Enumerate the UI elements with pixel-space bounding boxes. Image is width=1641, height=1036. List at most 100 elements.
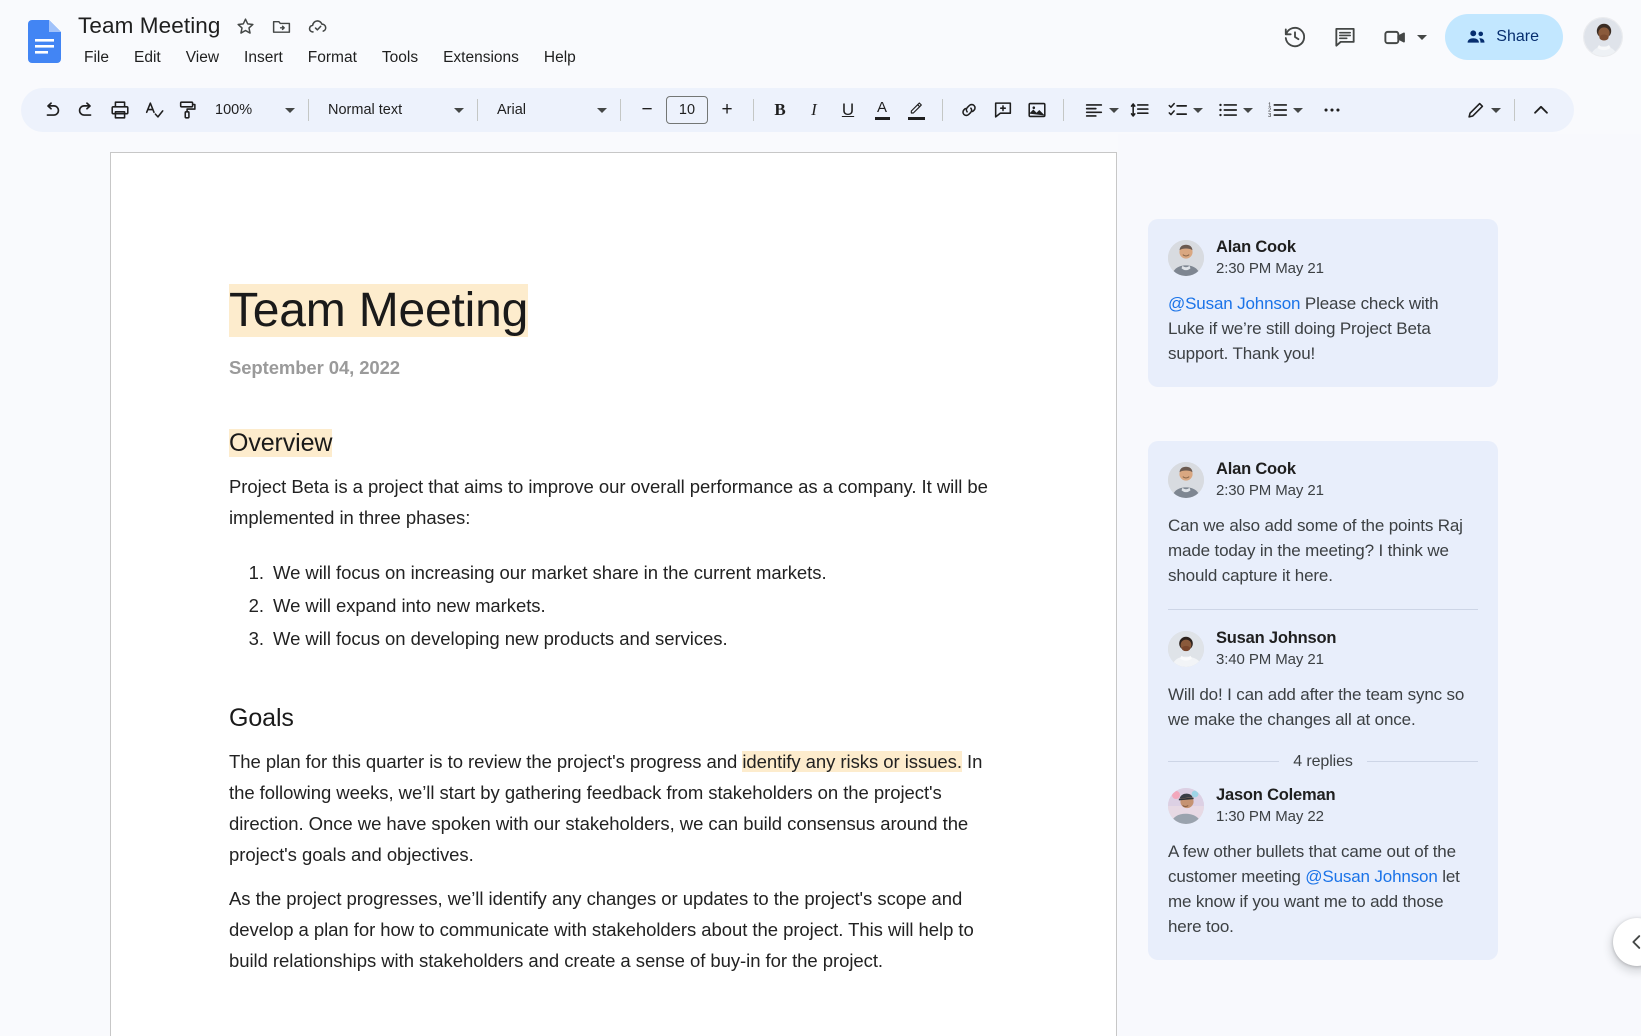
print-icon[interactable]	[103, 93, 137, 127]
divider	[753, 99, 754, 121]
chevron-down-icon	[454, 107, 464, 113]
list-item: We will focus on developing new products…	[269, 623, 1001, 654]
font-size-input[interactable]: 10	[666, 96, 708, 124]
comment-author-block: Jason Coleman 1:30 PM May 22	[1216, 785, 1336, 827]
chevron-down-icon[interactable]	[1417, 34, 1428, 40]
divider	[1168, 608, 1478, 610]
comment-header: Susan Johnson 3:40 PM May 21	[1168, 628, 1478, 670]
comment-timestamp: 2:30 PM May 21	[1216, 482, 1324, 499]
checklist-icon	[1167, 99, 1189, 121]
paint-format-icon[interactable]	[171, 93, 205, 127]
font-select[interactable]: Arial	[487, 93, 611, 127]
comment-author-block: Alan Cook 2:30 PM May 21	[1216, 459, 1324, 501]
menu-format[interactable]: Format	[308, 47, 357, 69]
comment-timestamp: 1:30 PM May 22	[1216, 807, 1324, 825]
share-button[interactable]: Share	[1445, 14, 1563, 60]
document-page[interactable]: Team Meeting September 04, 2022 Overview…	[110, 152, 1117, 1036]
heading-overview: Overview	[229, 428, 1001, 458]
bulleted-list-icon	[1217, 99, 1239, 121]
comment-timestamp: 3:40 PM May 21	[1216, 650, 1324, 668]
replies-count: 4 replies	[1293, 752, 1353, 770]
share-button-label: Share	[1496, 28, 1539, 45]
chevron-down-icon	[1109, 107, 1119, 113]
paragraph-style-value: Normal text	[328, 102, 403, 118]
redo-icon[interactable]	[69, 93, 103, 127]
insert-image-icon[interactable]	[1020, 93, 1054, 127]
add-comment-icon[interactable]	[986, 93, 1020, 127]
goals-para-highlight: identify any risks or issues.	[742, 751, 962, 773]
menu-edit[interactable]: Edit	[134, 47, 161, 69]
numbered-list-icon: 1 2 3	[1267, 99, 1289, 121]
list-item: We will focus on increasing our market s…	[269, 557, 1001, 588]
comment-author-block: Alan Cook 2:30 PM May 21	[1216, 237, 1324, 279]
meet-camera-icon[interactable]	[1373, 15, 1417, 59]
page-title: Team Meeting	[229, 283, 1001, 340]
divider	[1063, 99, 1064, 121]
spellcheck-icon[interactable]	[137, 93, 171, 127]
avatar[interactable]	[1583, 17, 1623, 57]
comment-thread[interactable]: Alan Cook 2:30 PM May 21 @Susan Johnson …	[1148, 219, 1498, 387]
comment-thread[interactable]: Alan Cook 2:30 PM May 21 Can we also add…	[1148, 441, 1498, 960]
decrease-font-size-button[interactable]: −	[630, 93, 664, 127]
more-options-icon[interactable]	[1315, 93, 1349, 127]
comment-body: Can we also add some of the points Raj m…	[1168, 516, 1463, 585]
bold-button[interactable]: B	[763, 93, 797, 127]
document-title[interactable]: Team Meeting	[78, 11, 221, 41]
menu-insert[interactable]: Insert	[244, 47, 283, 69]
undo-icon[interactable]	[35, 93, 69, 127]
comment-author: Susan Johnson	[1216, 628, 1337, 647]
menu-bar: File Edit View Insert Format Tools Exten…	[78, 47, 576, 69]
doc-title-row: Team Meeting	[78, 10, 576, 42]
version-history-icon[interactable]	[1273, 15, 1317, 59]
phases-list: We will focus on increasing our market s…	[229, 557, 1001, 654]
chevron-down-icon	[1293, 107, 1303, 113]
replies-separator[interactable]: 4 replies	[1168, 752, 1479, 771]
heading-goals: Goals	[229, 704, 294, 733]
chevron-left-icon[interactable]	[1613, 918, 1641, 966]
italic-button[interactable]: I	[797, 93, 831, 127]
star-icon[interactable]	[235, 15, 257, 37]
goals-paragraph-2: As the project progresses, we’ll identif…	[229, 888, 974, 972]
highlight-icon[interactable]	[899, 93, 933, 127]
divider	[477, 99, 478, 121]
paragraph-style-select[interactable]: Normal text	[318, 93, 468, 127]
menu-tools[interactable]: Tools	[382, 47, 418, 69]
comment-author: Alan Cook	[1216, 238, 1296, 256]
move-to-folder-icon[interactable]	[271, 15, 293, 37]
menu-file[interactable]: File	[84, 47, 109, 69]
header-actions: Share	[1273, 14, 1623, 60]
numbered-list-select[interactable]: 1 2 3	[1257, 93, 1307, 127]
chevron-down-icon	[1491, 107, 1501, 113]
align-left-icon	[1083, 99, 1105, 121]
mention-link[interactable]: @Susan Johnson	[1168, 294, 1301, 313]
menu-help[interactable]: Help	[544, 47, 576, 69]
chevron-up-icon[interactable]	[1524, 93, 1558, 127]
insert-link-icon[interactable]	[952, 93, 986, 127]
google-docs-logo[interactable]	[28, 20, 61, 63]
mention-link[interactable]: @Susan Johnson	[1305, 867, 1438, 886]
align-select[interactable]	[1073, 93, 1123, 127]
zoom-select[interactable]: 100%	[205, 93, 299, 127]
comment-history-icon[interactable]	[1323, 15, 1367, 59]
heading-overview-text: Overview	[229, 428, 333, 457]
checklist-select[interactable]	[1157, 93, 1207, 127]
alan-cook-avatar	[1168, 462, 1204, 498]
divider	[1366, 761, 1479, 763]
jason-coleman-avatar	[1168, 787, 1204, 824]
list-item: We will expand into new markets.	[269, 590, 1001, 621]
document-date: September 04, 2022	[229, 356, 400, 378]
editing-mode-select[interactable]	[1455, 93, 1505, 127]
menu-view[interactable]: View	[186, 47, 219, 69]
cloud-saved-icon[interactable]	[307, 15, 329, 37]
increase-font-size-button[interactable]: +	[710, 93, 744, 127]
menu-extensions[interactable]: Extensions	[443, 47, 519, 69]
underline-button[interactable]: U	[831, 93, 865, 127]
bulleted-list-select[interactable]	[1207, 93, 1257, 127]
divider	[1514, 99, 1515, 121]
comment-body: @Susan Johnson Please check with Luke if…	[1168, 292, 1478, 367]
comments-panel: Alan Cook 2:30 PM May 21 @Susan Johnson …	[1118, 134, 1641, 1036]
meet-call-button[interactable]	[1373, 15, 1431, 59]
goals-paragraph-1: The plan for this quarter is to review t…	[229, 746, 1001, 870]
line-spacing-icon[interactable]	[1123, 93, 1157, 127]
text-color-button[interactable]: A	[865, 93, 899, 127]
